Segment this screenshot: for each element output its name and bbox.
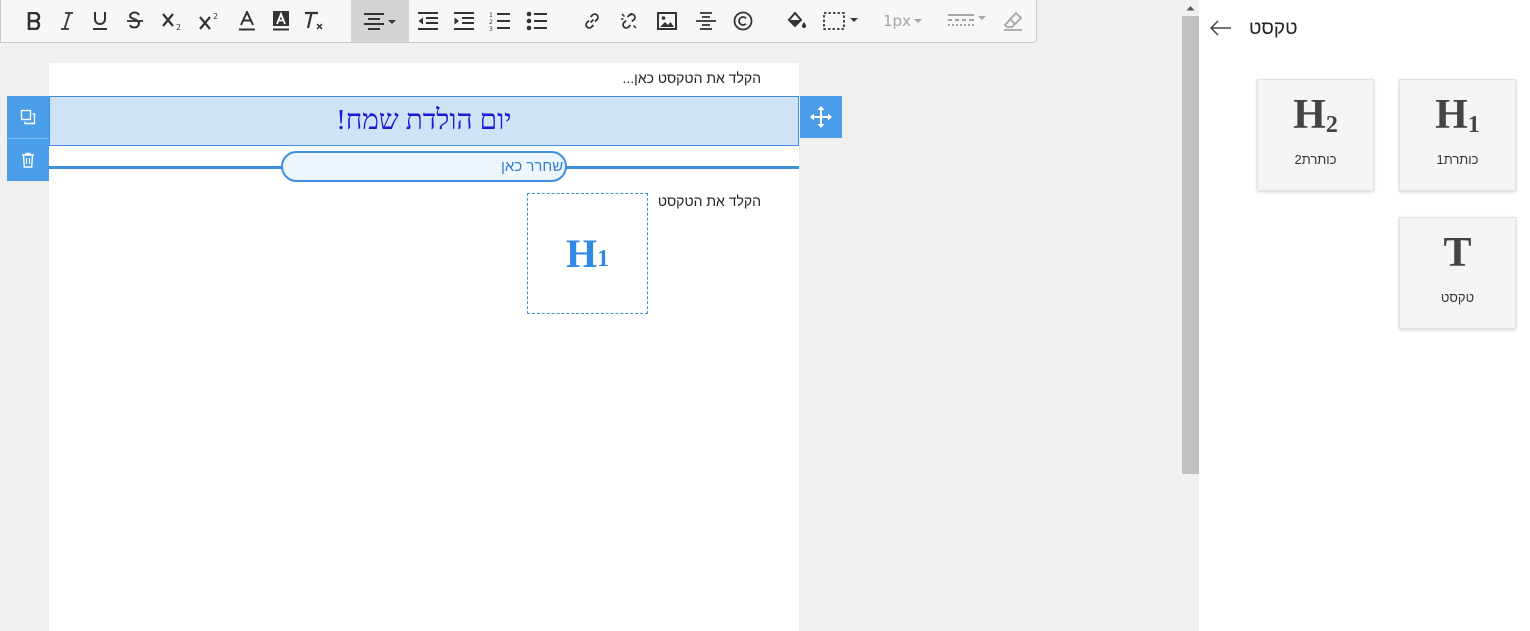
svg-text:2: 2 bbox=[489, 19, 493, 26]
tile-text-glyph: T bbox=[1400, 232, 1515, 274]
tile-text[interactable]: T טקסט bbox=[1399, 217, 1516, 329]
format-toolbar: 2 2 123 1px bbox=[0, 0, 1037, 43]
tile-h1-glyph-main: H bbox=[1435, 92, 1468, 138]
trash-icon bbox=[22, 152, 34, 168]
tile-h2-glyph-main: H bbox=[1293, 92, 1326, 138]
scroll-thumb[interactable] bbox=[1182, 16, 1199, 474]
move-block-handle[interactable] bbox=[800, 96, 842, 138]
arrow-up-icon bbox=[1186, 6, 1195, 11]
duplicate-block-button[interactable] bbox=[7, 96, 49, 139]
chevron-down-icon bbox=[913, 19, 922, 23]
tile-h2-glyph: H2 bbox=[1258, 92, 1373, 138]
drag-ghost-h1[interactable]: H1 bbox=[527, 193, 648, 314]
link-icon[interactable] bbox=[579, 0, 605, 42]
svg-text:1: 1 bbox=[489, 12, 493, 19]
svg-text:3: 3 bbox=[489, 26, 493, 31]
duplicate-icon bbox=[20, 109, 36, 125]
drop-here-label: שחרר כאן bbox=[501, 158, 564, 175]
align-center-dropdown[interactable] bbox=[351, 0, 409, 42]
tile-h1-glyph-sub: 1 bbox=[1467, 112, 1480, 138]
drag-ghost-sub: 1 bbox=[597, 246, 610, 272]
subscript-icon[interactable]: 2 bbox=[159, 0, 185, 42]
editor-canvas[interactable]: הקלד את הטקסט כאן... יום הולדת שמח! שחרר… bbox=[49, 63, 799, 631]
back-button[interactable] bbox=[1208, 16, 1234, 40]
border-width-dropdown[interactable]: 1px bbox=[879, 0, 929, 42]
drop-here-indicator: שחרר כאן bbox=[281, 151, 567, 182]
tile-h1-label: כותרת1 bbox=[1436, 152, 1479, 167]
copyright-icon[interactable] bbox=[730, 0, 756, 42]
svg-text:2: 2 bbox=[176, 23, 181, 31]
border-style-icon bbox=[823, 12, 858, 30]
border-style-dropdown[interactable] bbox=[821, 0, 863, 42]
underline-icon[interactable] bbox=[88, 0, 112, 42]
clear-format-icon[interactable] bbox=[301, 0, 327, 42]
font-color-icon[interactable] bbox=[235, 0, 259, 42]
tile-text-label: טקסט bbox=[1440, 290, 1475, 305]
tile-h2-label: כותרת2 bbox=[1294, 152, 1337, 167]
canvas-scrollbar[interactable] bbox=[1182, 0, 1199, 631]
tile-h2-glyph-sub: 2 bbox=[1325, 112, 1338, 138]
unlink-icon[interactable] bbox=[616, 0, 642, 42]
strikethrough-icon[interactable] bbox=[123, 0, 147, 42]
panel-title: טקסט bbox=[1249, 18, 1298, 39]
scroll-up-arrow[interactable] bbox=[1182, 0, 1199, 16]
superscript-icon[interactable]: 2 bbox=[196, 0, 222, 42]
highlight-icon[interactable] bbox=[269, 0, 293, 42]
heading-block[interactable]: יום הולדת שמח! bbox=[49, 96, 799, 146]
indent-icon[interactable] bbox=[451, 0, 477, 42]
bold-icon[interactable] bbox=[23, 0, 47, 42]
image-icon[interactable] bbox=[654, 0, 680, 42]
tile-h1-glyph: H1 bbox=[1400, 92, 1515, 138]
line-style-icon bbox=[948, 14, 986, 26]
outdent-icon[interactable] bbox=[415, 0, 441, 42]
bullet-list-icon[interactable] bbox=[524, 0, 550, 42]
editor-app: 2 2 123 1px הקלד את הטקסט כאן... יום הול… bbox=[0, 0, 1530, 631]
fill-color-icon[interactable] bbox=[784, 0, 810, 42]
heading-text[interactable]: יום הולדת שמח! bbox=[336, 105, 511, 137]
move-icon bbox=[810, 106, 832, 128]
elements-panel: טקסט H1 כותרת1 H2 כותרת2 T טקסט bbox=[1199, 0, 1530, 631]
border-width-value: 1px bbox=[883, 12, 911, 30]
italic-icon[interactable] bbox=[56, 0, 78, 42]
svg-text:2: 2 bbox=[213, 12, 218, 21]
ordered-list-icon[interactable]: 123 bbox=[487, 0, 513, 42]
arrow-left-icon bbox=[1209, 20, 1231, 36]
text-placeholder-block[interactable]: הקלד את הטקסט bbox=[641, 193, 761, 209]
text-placeholder-top[interactable]: הקלד את הטקסט כאן... bbox=[549, 70, 761, 86]
block-side-tools bbox=[7, 96, 49, 181]
delete-block-button[interactable] bbox=[7, 139, 49, 181]
horizontal-line-icon[interactable] bbox=[693, 0, 719, 42]
eraser-icon[interactable] bbox=[999, 0, 1027, 42]
tile-text-glyph-main: T bbox=[1443, 230, 1472, 276]
align-center-icon bbox=[364, 13, 396, 30]
drag-ghost-glyph: H bbox=[565, 230, 598, 276]
tile-heading-1[interactable]: H1 כותרת1 bbox=[1399, 79, 1516, 191]
line-style-dropdown[interactable] bbox=[945, 0, 991, 42]
tile-heading-2[interactable]: H2 כותרת2 bbox=[1257, 79, 1374, 191]
